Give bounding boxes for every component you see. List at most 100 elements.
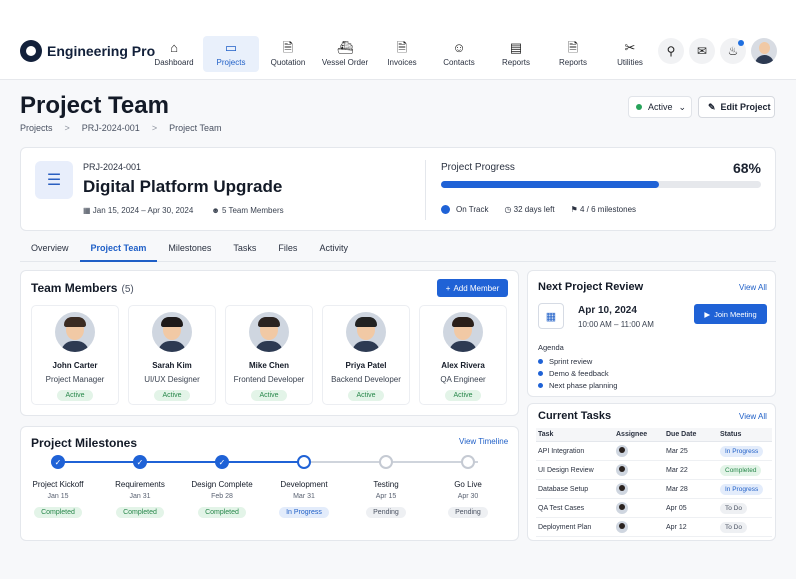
user-avatar[interactable]	[751, 38, 777, 64]
status-badge: Active	[57, 390, 93, 401]
member-role: Project Manager	[45, 375, 105, 384]
app-header: Engineering Pro ⌂ Dashboard ▭ Projects 🗎 Quot…	[0, 0, 796, 80]
milestone-title: Design Complete	[191, 480, 253, 489]
nav-item-dashboard[interactable]: ⌂ Dashboard	[146, 36, 202, 72]
team-members-heading: Team Members	[31, 281, 118, 295]
bell-icon[interactable]: ♨	[720, 38, 746, 64]
avatar-body	[449, 341, 477, 352]
avatar	[443, 312, 483, 352]
nav-item-projects[interactable]: ▭ Projects	[203, 36, 259, 72]
table-row[interactable]: API Integration Mar 25 In Progress	[536, 441, 772, 461]
milestone-title: Testing	[373, 480, 399, 489]
task-name: Deployment Plan	[536, 517, 614, 537]
breadcrumb-separator: >	[151, 123, 158, 133]
breadcrumb-projects[interactable]: Projects	[20, 123, 53, 133]
nav-item-label: Utilities	[617, 58, 643, 67]
status-badge: Completed	[720, 464, 762, 476]
tab-tasks[interactable]: Tasks	[222, 240, 267, 262]
divider	[425, 160, 426, 220]
team-members-card: Team Members (5) + Add Member John Carter P…	[20, 270, 519, 416]
team-member-card[interactable]: Mike Chen Frontend Developer Active	[225, 305, 313, 405]
current-tasks-card: Current Tasks View All Task Assignee Due…	[527, 403, 776, 541]
team-count: (5)	[121, 284, 134, 295]
mail-icon[interactable]: ✉	[689, 38, 715, 64]
tasks-view-all-link[interactable]: View All	[739, 412, 767, 421]
edit-project-button[interactable]: ✎ Edit Project	[698, 96, 775, 118]
task-due-date: Apr 12	[664, 517, 718, 537]
nav-item-label: Reports	[501, 58, 530, 67]
breadcrumb-current: Project Team	[169, 123, 222, 133]
view-timeline-link[interactable]: View Timeline	[459, 437, 508, 446]
on-track-status: On Track	[441, 205, 488, 215]
status-badge: Active	[445, 390, 481, 401]
milestone-date: Apr 15	[375, 493, 397, 500]
team-member-card[interactable]: Priya Patel Backend Developer Active	[322, 305, 410, 405]
task-assignee	[614, 441, 664, 461]
table-row[interactable]: Database Setup Mar 28 In Progress	[536, 479, 772, 499]
logo-icon	[20, 40, 42, 62]
table-row[interactable]: QA Test Cases Apr 05 To Do	[536, 498, 772, 518]
table-row[interactable]: UI Design Review Mar 22 Completed	[536, 460, 772, 480]
status-dropdown[interactable]: Active ⌄	[628, 96, 692, 118]
review-time: 10:00 AM – 11:00 AM	[578, 320, 654, 329]
project-review-card: Next Project Review View All ▦ Apr 10, 2…	[527, 270, 776, 397]
milestone-item: Go Live Apr 30 Pending	[426, 455, 510, 519]
milestone-node	[379, 455, 393, 469]
avatar-body	[61, 341, 89, 352]
avatar	[152, 312, 192, 352]
review-view-all-link[interactable]: View All	[739, 283, 767, 292]
chart-icon: ▤	[509, 40, 523, 55]
document-icon: 🗎	[282, 40, 294, 55]
task-status: To Do	[718, 517, 772, 537]
tab-files[interactable]: Files	[267, 240, 308, 262]
milestone-date: Feb 28	[211, 493, 233, 500]
app-logo[interactable]: Engineering Pro	[20, 40, 155, 62]
team-member-card[interactable]: Alex Rivera QA Engineer Active	[419, 305, 507, 405]
status-badge: Active	[348, 390, 384, 401]
avatar	[346, 312, 386, 352]
status-label: Active	[648, 102, 673, 112]
video-icon: ▶	[704, 309, 711, 319]
col-status: Status	[718, 428, 772, 442]
avatar-hair	[258, 317, 280, 327]
add-member-label: Add Member	[453, 283, 500, 293]
tab-milestones[interactable]: Milestones	[157, 240, 222, 262]
milestones-card: Project Milestones View Timeline ✓ Projec…	[20, 426, 519, 541]
edit-icon: ✎	[708, 101, 716, 112]
search-icon[interactable]: ⚲	[658, 38, 684, 64]
tab-activity[interactable]: Activity	[308, 240, 359, 262]
agenda: Agenda Sprint review Demo & feedback Next …	[538, 343, 617, 390]
nav-item-vessel-order[interactable]: ⛴ Vessel Order	[317, 36, 373, 72]
add-member-button[interactable]: + Add Member	[437, 279, 508, 297]
task-status: In Progress	[718, 441, 772, 461]
progress-bar	[441, 181, 761, 188]
join-meeting-button[interactable]: ▶ Join Meeting	[694, 304, 767, 324]
nav-item-contacts[interactable]: ☺ Contacts	[431, 36, 487, 72]
milestone-status-badge: Pending	[448, 507, 488, 518]
nav-item-reports[interactable]: ▤ Reports	[488, 36, 544, 72]
milestone-item: ✓ Design Complete Feb 28 Completed	[180, 455, 264, 519]
milestone-item: ✓ Requirements Jan 31 Completed	[98, 455, 182, 519]
nav-item-utilities[interactable]: ✂ Utilities	[602, 36, 658, 72]
milestone-count-text: 4 / 6 milestones	[579, 205, 637, 215]
team-member-card[interactable]: John Carter Project Manager Active	[31, 305, 119, 405]
project-dates: ▦ Jan 15, 2024 – Apr 30, 2024	[83, 206, 193, 215]
tab-overview[interactable]: Overview	[20, 240, 80, 262]
tools-icon: ✂	[624, 40, 636, 55]
nav-item-quotation[interactable]: 🗎 Quotation	[260, 36, 316, 72]
member-name: Sarah Kim	[152, 361, 192, 370]
task-due-date: Apr 05	[664, 498, 718, 518]
milestone-status-badge: Pending	[366, 507, 406, 518]
milestone-node: ✓	[215, 455, 229, 469]
plus-icon: +	[445, 283, 451, 293]
table-row[interactable]: Deployment Plan Apr 12 To Do	[536, 517, 772, 537]
breadcrumb-project-id[interactable]: PRJ-2024-001	[82, 123, 140, 133]
nav-item-invoices[interactable]: 🗎 Invoices	[374, 36, 430, 72]
col-assignee: Assignee	[614, 428, 664, 442]
progress-label: Project Progress	[441, 162, 515, 173]
tab-project-team[interactable]: Project Team	[79, 240, 158, 262]
status-badge: Active	[154, 390, 190, 401]
team-member-card[interactable]: Sarah Kim UI/UX Designer Active	[128, 305, 216, 405]
header-actions: ⚲ ✉ ♨	[658, 38, 777, 64]
nav-item-reports[interactable]: 🗎 Reports	[545, 36, 601, 72]
